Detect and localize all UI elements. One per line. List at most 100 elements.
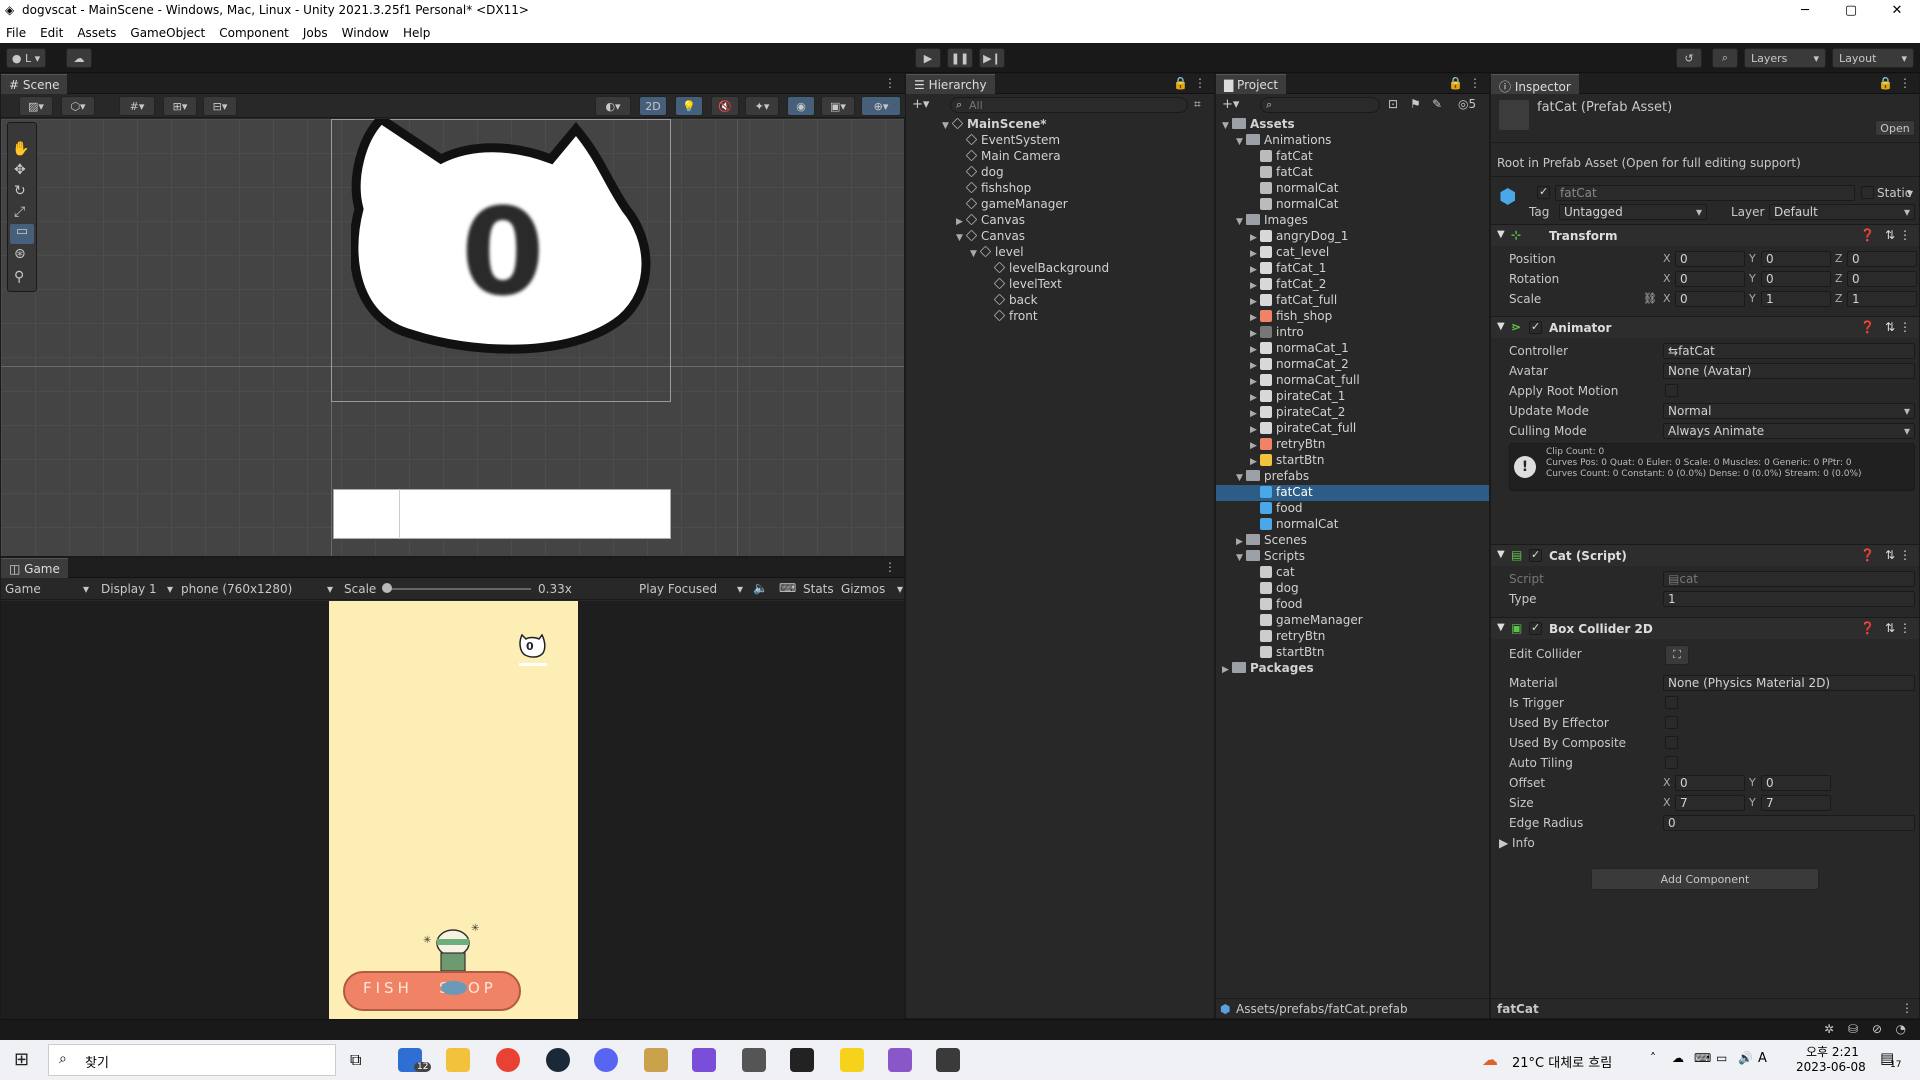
project-item[interactable]: ▶ fish_shop <box>1216 309 1489 325</box>
project-item[interactable]: ▶ normaCat_2 <box>1216 357 1489 373</box>
hierarchy-item[interactable]: levelText <box>984 277 1062 293</box>
collapsed-arrow-icon[interactable]: ▶ <box>956 217 966 227</box>
hierarchy-item[interactable]: dog <box>956 165 1004 181</box>
project-item[interactable]: food <box>1216 501 1489 517</box>
layer-dropdown[interactable]: Default <box>1769 204 1915 220</box>
network-icon[interactable]: ⌨ <box>1694 1051 1711 1065</box>
clock-time[interactable]: 오후 2:21 <box>1806 1043 1859 1060</box>
update-mode-dropdown[interactable]: Normal <box>1663 403 1915 419</box>
maximize-button[interactable]: ▢ <box>1828 0 1874 22</box>
hierarchy-item[interactable]: ▼ level <box>970 245 1024 261</box>
project-item[interactable]: gameManager <box>1216 613 1489 629</box>
collapsed-arrow-icon[interactable]: ▶ <box>1236 537 1246 547</box>
project-item[interactable]: ▶ pirateCat_1 <box>1216 389 1489 405</box>
search-by-label-icon[interactable]: ⚑ <box>1410 97 1421 111</box>
collapsed-arrow-icon[interactable]: ▶ <box>1250 409 1260 419</box>
collapsed-arrow-icon[interactable]: ▶ <box>1250 441 1260 451</box>
kakaotalk-icon[interactable] <box>840 1048 864 1072</box>
pause-button[interactable]: ❚❚ <box>947 48 973 68</box>
file-explorer-icon[interactable] <box>446 1048 470 1072</box>
hand-tool-icon[interactable]: ✋ <box>12 141 29 157</box>
type-field[interactable]: 1 <box>1663 591 1915 607</box>
rotation-x-field[interactable]: 0 <box>1675 271 1745 287</box>
stats-button[interactable]: Stats <box>803 582 834 596</box>
tab-scene[interactable]: # Scene <box>1 74 68 94</box>
axis-label-y[interactable]: Y <box>1749 292 1756 305</box>
position-x-field[interactable]: 0 <box>1675 251 1745 267</box>
collapsed-arrow-icon[interactable]: ▶ <box>1250 377 1260 387</box>
unity-editor-icon[interactable] <box>790 1048 814 1072</box>
lock-icon[interactable]: 🔒 <box>1448 76 1463 90</box>
menu-file[interactable]: File <box>6 26 26 40</box>
display-tray-icon[interactable]: ▭ <box>1716 1051 1727 1065</box>
cloud-tray-icon[interactable]: ☁ <box>1672 1051 1684 1065</box>
camera-dropdown[interactable]: ▣▾ <box>821 96 855 116</box>
kebab-menu-icon[interactable]: ⋮ <box>1899 320 1911 334</box>
collapsed-arrow-icon[interactable]: ▶ <box>1250 313 1260 323</box>
undo-history-button[interactable]: ↺ <box>1676 48 1702 68</box>
game-view-dropdown[interactable]: Game ▾ <box>5 582 89 596</box>
expanded-arrow-icon[interactable]: ▼ <box>970 249 980 259</box>
offset-x-field[interactable]: 0 <box>1675 775 1745 791</box>
task-view-icon[interactable]: ⧉ <box>350 1050 361 1070</box>
cloud-button[interactable]: ☁ <box>66 48 92 68</box>
gizmos-dropdown[interactable]: ⊕▾ <box>861 96 901 116</box>
active-checkbox[interactable] <box>1537 185 1550 199</box>
axis-label-z[interactable]: Z <box>1835 272 1843 285</box>
position-y-field[interactable]: 0 <box>1761 251 1831 267</box>
minimize-button[interactable]: ─ <box>1782 0 1828 22</box>
collapsed-arrow-icon[interactable]: ▶ <box>1250 457 1260 467</box>
discord-icon[interactable] <box>594 1048 618 1072</box>
expanded-arrow-icon[interactable]: ▼ <box>956 233 966 243</box>
hierarchy-item[interactable]: fishshop <box>956 181 1031 197</box>
avatar-field[interactable]: None (Avatar) <box>1663 363 1915 379</box>
weather-text[interactable]: 21°C 대체로 흐림 <box>1512 1052 1612 1071</box>
move-tool-icon[interactable]: ✥ <box>14 162 26 178</box>
resolution-dropdown[interactable]: phone (760x1280) ▾ <box>181 582 333 596</box>
scale-y-field[interactable]: 1 <box>1761 291 1831 307</box>
transform-header[interactable]: ▼ ⊹ Transform ❓ ⇅ ⋮ <box>1491 224 1919 246</box>
network-off-icon[interactable]: ⊘ <box>1872 1022 1882 1036</box>
ime-indicator[interactable]: A <box>1758 1051 1767 1066</box>
shading-dropdown[interactable]: ◐▾ <box>595 96 631 116</box>
menu-window[interactable]: Window <box>342 26 389 40</box>
keyboard-icon[interactable]: ⌨ <box>779 581 796 595</box>
axis-label-x[interactable]: X <box>1663 776 1671 789</box>
display-dropdown[interactable]: Display 1 ▾ <box>101 582 173 596</box>
unity-hub-icon[interactable] <box>742 1048 766 1072</box>
collapsed-arrow-icon[interactable]: ▶ <box>1250 265 1260 275</box>
edge-radius-field[interactable]: 0 <box>1663 815 1915 831</box>
close-button[interactable]: ✕ <box>1874 0 1920 22</box>
hidden-packages-icon[interactable]: ◎5 <box>1458 97 1476 111</box>
project-item[interactable]: ▼ Assets <box>1216 117 1489 133</box>
hierarchy-item[interactable]: front <box>984 309 1038 325</box>
rotate-tool-icon[interactable]: ↻ <box>14 183 26 199</box>
project-item[interactable]: ▼ Images <box>1216 213 1489 229</box>
clock-date[interactable]: 2023-06-08 <box>1796 1060 1866 1074</box>
tab-inspector[interactable]: ⓘ Inspector <box>1491 74 1579 94</box>
axis-label-y[interactable]: Y <box>1749 272 1756 285</box>
menu-edit[interactable]: Edit <box>40 26 63 40</box>
collapsed-arrow-icon[interactable]: ▶ <box>1250 233 1260 243</box>
kebab-menu-icon[interactable]: ⋮ <box>884 560 896 574</box>
scale-z-field[interactable]: 1 <box>1847 291 1917 307</box>
project-item[interactable]: ▼ Animations <box>1216 133 1489 149</box>
nvidia-icon[interactable] <box>936 1048 960 1072</box>
project-item[interactable]: ▶ intro <box>1216 325 1489 341</box>
effects-dropdown[interactable]: ✦▾ <box>745 96 779 116</box>
game-viewport[interactable]: 0 ✳ ✳ FISH SHOP <box>1 601 904 1019</box>
scale-tool-icon[interactable]: ⤢ <box>14 204 25 220</box>
steam-icon[interactable] <box>546 1048 570 1072</box>
axis-label-y[interactable]: Y <box>1749 252 1756 265</box>
project-item[interactable]: ▶ Packages <box>1216 661 1489 677</box>
help-icon[interactable]: ❓ <box>1860 621 1875 635</box>
animator-header[interactable]: ▼ ⋗ Animator ❓ ⇅ ⋮ <box>1491 316 1919 338</box>
step-button[interactable]: ▶❙ <box>979 48 1005 68</box>
chevron-down-icon[interactable]: ▾ <box>1907 186 1913 200</box>
name-field[interactable]: fatCat <box>1555 185 1855 201</box>
collapsed-arrow-icon[interactable]: ▶ <box>1250 297 1260 307</box>
project-item[interactable]: fatCat <box>1216 149 1489 165</box>
axis-label-z[interactable]: Z <box>1835 252 1843 265</box>
culling-mode-dropdown[interactable]: Always Animate <box>1663 423 1915 439</box>
play-button[interactable]: ▶ <box>915 48 941 68</box>
